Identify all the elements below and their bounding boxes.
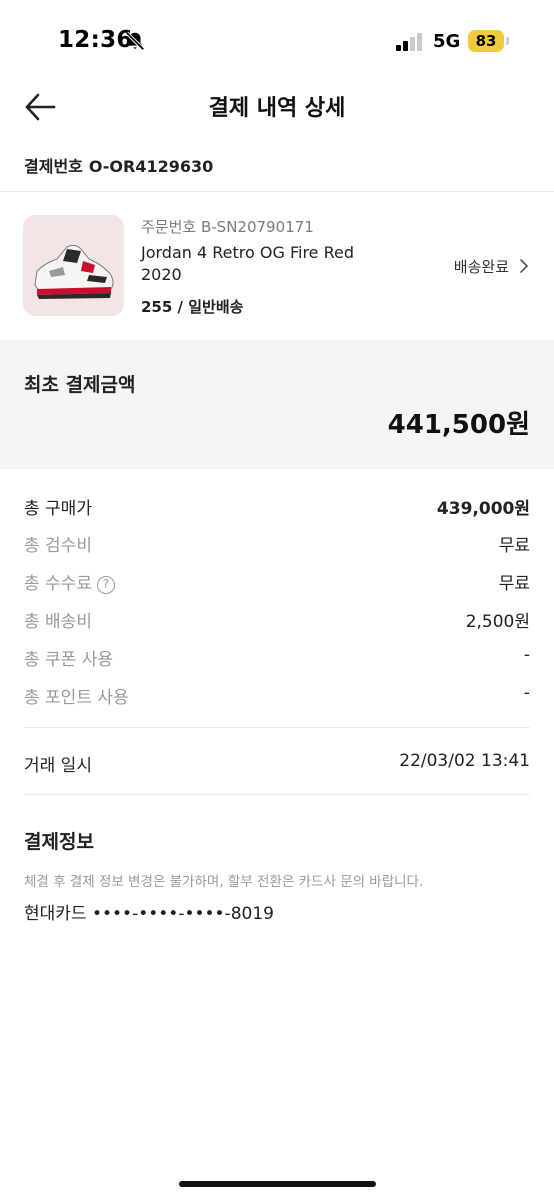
product-image[interactable]: [23, 215, 124, 316]
signal-icon: [396, 33, 422, 51]
inspection-fee-label: 총 검수비: [24, 536, 92, 556]
payment-info-title: 결제정보: [24, 831, 94, 853]
sneaker-image: [34, 244, 114, 299]
total-purchase-label: 총 구매가: [24, 499, 92, 519]
total-purchase-value: 439,000원: [436, 499, 530, 519]
divider: [24, 727, 530, 728]
point-usage-label: 총 포인트 사용: [24, 688, 129, 708]
page-title: 결제 내역 상세: [208, 96, 346, 121]
order-number: 주문번호 B-SN20790171: [141, 218, 314, 236]
delivery-status[interactable]: 배송완료: [454, 256, 509, 277]
payment-number-label: 결제번호: [24, 157, 83, 176]
summary-amount: 441,500원: [387, 410, 530, 440]
payment-number-value: O-OR4129630: [88, 157, 214, 176]
payment-info-notice: 체결 후 결제 정보 변경은 불가하며, 할부 전환은 카드사 문의 바랍니다.: [24, 874, 424, 890]
commission-fee-row: 총 수수료?: [24, 569, 115, 594]
card-info: 현대카드 ••••-••••-••••-8019: [24, 904, 274, 924]
shipping-fee-label: 총 배송비: [24, 612, 92, 632]
network-indicator: 5G: [433, 31, 461, 52]
coupon-usage-label: 총 쿠폰 사용: [24, 650, 114, 670]
summary-label: 최초 결제금액: [24, 374, 136, 396]
payment-number: 결제번호 O-OR4129630: [24, 153, 219, 177]
commission-fee-value: 무료: [498, 574, 530, 594]
help-icon[interactable]: ?: [96, 576, 115, 594]
coupon-usage-value: -: [523, 645, 530, 665]
transaction-date-value: 22/03/02 13:41: [399, 751, 530, 771]
initial-payment-summary: 최초 결제금액 441,500원: [0, 340, 554, 469]
point-usage-value: -: [523, 683, 530, 703]
commission-fee-label: 총 수수료: [24, 574, 92, 594]
nav-bar: 결제 내역 상세: [0, 84, 554, 130]
divider: [24, 794, 530, 795]
status-time: 12:36: [58, 27, 133, 53]
divider: [0, 191, 554, 192]
inspection-fee-value: 무료: [498, 536, 530, 556]
transaction-date-label: 거래 일시: [24, 756, 92, 776]
bell-slash-icon: [125, 31, 145, 51]
shipping-fee-value: 2,500원: [465, 612, 530, 632]
product-option: 255 / 일반배송: [141, 298, 244, 316]
battery-tip: [506, 37, 509, 45]
product-name[interactable]: Jordan 4 Retro OG Fire Red 2020: [141, 242, 371, 286]
status-bar: 12:36 5G 83: [0, 0, 554, 84]
chevron-right-icon[interactable]: [518, 258, 530, 274]
battery-indicator: 83: [468, 30, 504, 52]
home-indicator[interactable]: [179, 1181, 376, 1187]
